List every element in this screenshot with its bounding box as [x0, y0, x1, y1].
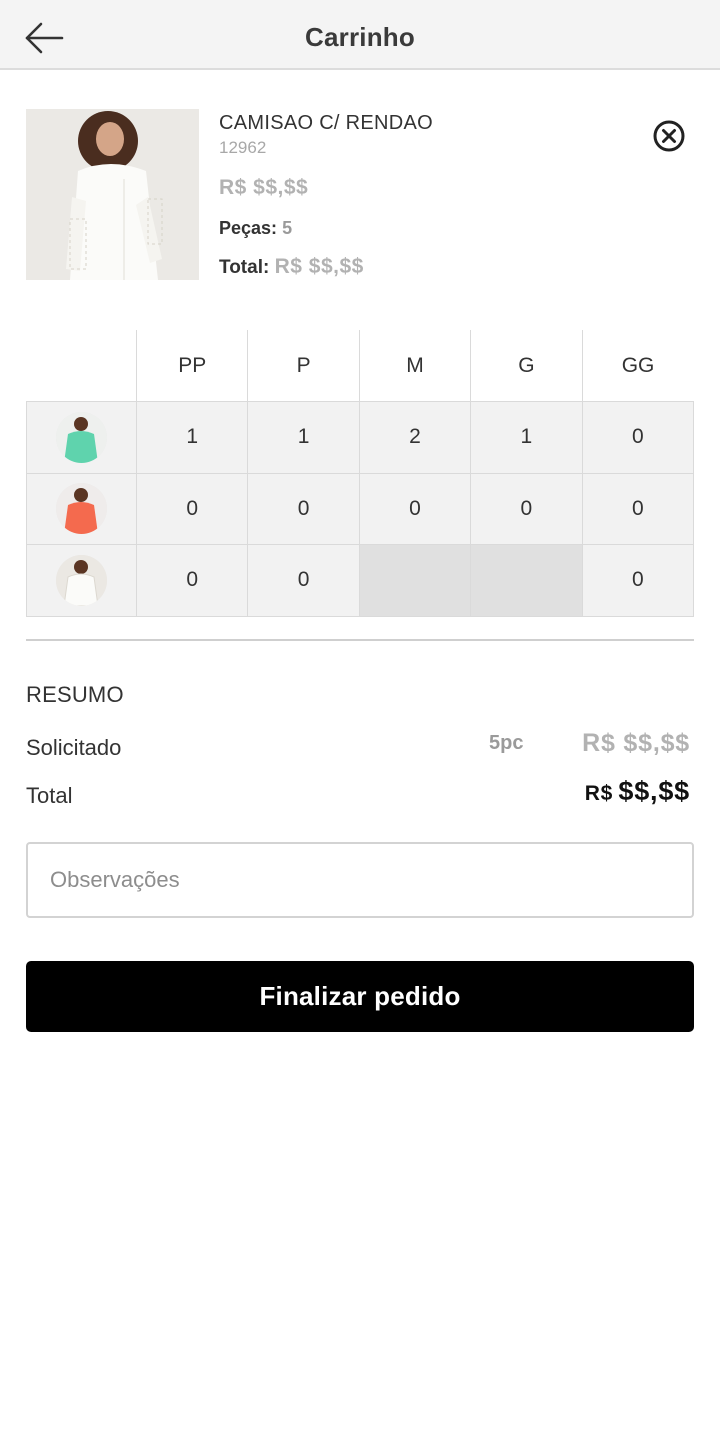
- section-divider: [26, 639, 694, 641]
- product-total-label: Total:: [219, 257, 270, 278]
- total-label: Total: [26, 783, 73, 808]
- requested-quantity: 5pc: [489, 732, 524, 754]
- quantity-cell[interactable]: 0: [135, 544, 249, 617]
- quantity-cell[interactable]: 0: [581, 401, 695, 474]
- quantity-cell[interactable]: 0: [470, 472, 583, 545]
- quantity-cell[interactable]: 1: [135, 401, 249, 474]
- color-row: 0 0 0 0 0: [26, 472, 695, 545]
- page-title: Carrinho: [305, 22, 415, 52]
- white-shirt-thumbnail: [56, 554, 107, 606]
- size-header: GG: [581, 330, 694, 402]
- product-price: R$ $$,$$: [219, 176, 309, 199]
- quantity-cell[interactable]: 0: [135, 472, 249, 545]
- pieces-label: Peças:: [219, 218, 278, 238]
- grid-corner: [26, 330, 137, 402]
- color-swatch-cell: [26, 401, 137, 474]
- product-image: [26, 109, 199, 280]
- quantity-cell[interactable]: 0: [247, 544, 360, 617]
- app-header: Carrinho: [0, 0, 720, 70]
- color-row: 0 0 0: [26, 544, 695, 617]
- green-shirt-thumbnail: [56, 411, 107, 463]
- summary-title: RESUMO: [26, 682, 124, 707]
- size-header: G: [470, 330, 583, 402]
- close-circle-icon: [653, 120, 685, 152]
- size-header: P: [247, 330, 360, 402]
- quantity-cell[interactable]: 0: [358, 472, 472, 545]
- quantity-cell[interactable]: 1: [247, 401, 360, 474]
- finish-order-button[interactable]: Finalizar pedido: [26, 961, 694, 1032]
- quantity-cell[interactable]: 0: [581, 544, 695, 617]
- color-swatch-cell: [26, 544, 137, 617]
- total-price: R$ $$,$$: [585, 776, 690, 807]
- pieces-value: 5: [282, 218, 293, 238]
- coral-shirt-thumbnail: [56, 483, 107, 535]
- notes-input[interactable]: [26, 842, 694, 918]
- size-header-row: PP P M G GG: [26, 330, 694, 402]
- unavailable-cell: [470, 544, 583, 617]
- quantity-cell[interactable]: 1: [470, 401, 583, 474]
- total-currency: R$: [584, 782, 614, 805]
- product-name: CAMISAO C/ RENDAO: [219, 112, 434, 134]
- remove-item-button[interactable]: [652, 119, 686, 153]
- size-quantity-grid: PP P M G GG 1 1 2 1 0 0 0 0 0 0 0 0 0: [26, 330, 695, 617]
- requested-label: Solicitado: [26, 735, 122, 760]
- product-total-value: R$ $$,$$: [274, 255, 364, 278]
- quantity-cell[interactable]: 0: [581, 472, 695, 545]
- quantity-cell[interactable]: 0: [247, 472, 360, 545]
- unavailable-cell: [358, 544, 472, 617]
- size-header: M: [358, 330, 472, 402]
- quantity-cell[interactable]: 2: [358, 401, 472, 474]
- product-pieces: Peças: 5: [219, 218, 292, 239]
- product-photo-illustration: [26, 109, 199, 280]
- total-amount: $$,$$: [618, 776, 690, 806]
- product-code: 12962: [219, 138, 267, 157]
- requested-price: R$ $$,$$: [582, 729, 690, 757]
- color-swatch-cell: [26, 472, 137, 545]
- size-header: PP: [135, 330, 249, 402]
- product-total: Total: R$ $$,$$: [219, 255, 364, 279]
- color-row: 1 1 2 1 0: [26, 401, 695, 474]
